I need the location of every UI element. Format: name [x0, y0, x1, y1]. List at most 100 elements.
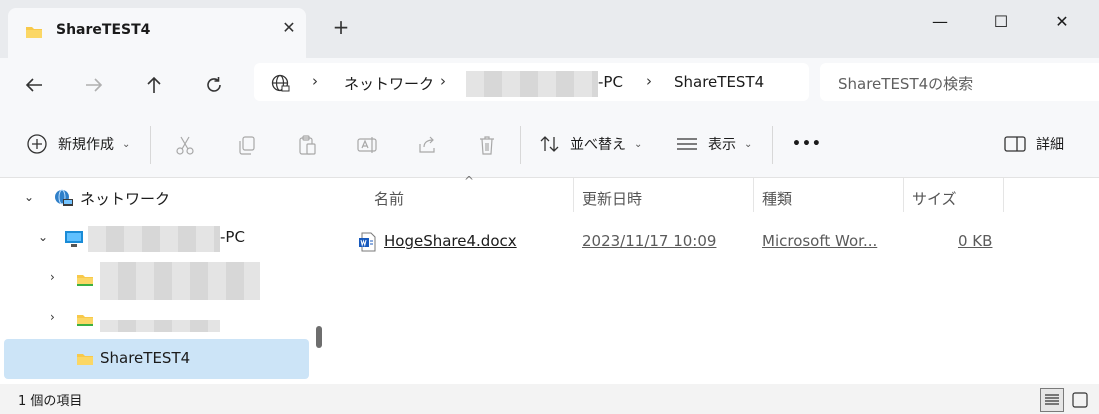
file-modified: 2023/11/17 10:09 — [582, 232, 717, 250]
minimize-icon: — — [932, 11, 948, 31]
column-header-type[interactable]: 種類 — [762, 188, 792, 209]
file-type: Microsoft Wor... — [762, 232, 878, 250]
more-options-button[interactable]: ••• — [792, 132, 822, 156]
tree-item-sharetest4[interactable]: ShareTEST4 — [4, 339, 309, 379]
redacted-share-name — [100, 262, 260, 300]
address-bar[interactable]: › ネットワーク › -PC › ShareTEST4 — [254, 63, 809, 101]
back-button[interactable] — [16, 68, 52, 102]
tiles-view-button[interactable] — [1068, 388, 1092, 412]
column-divider[interactable] — [903, 178, 904, 212]
delete-icon[interactable] — [476, 134, 498, 156]
folder-icon — [76, 351, 94, 371]
tree-label-pc: -PC — [220, 228, 245, 246]
paste-icon[interactable] — [296, 134, 318, 156]
folder-icon — [76, 312, 94, 332]
column-divider[interactable] — [753, 178, 754, 212]
refresh-icon — [207, 77, 221, 92]
breadcrumb-separator: › — [312, 72, 318, 90]
details-pane-button[interactable]: 詳細 — [1004, 132, 1064, 156]
column-header-modified[interactable]: 更新日時 — [582, 188, 642, 209]
title-bar: ShareTEST4 ✕ + — ☐ ✕ — [0, 0, 1099, 58]
search-placeholder: ShareTEST4の検索 — [838, 75, 974, 93]
redacted-pc-name — [88, 226, 220, 252]
sort-icon — [540, 136, 559, 152]
network-globe-icon — [270, 73, 290, 97]
folder-icon — [76, 272, 94, 292]
chevron-right-icon[interactable]: › — [50, 310, 55, 324]
tree-item-redacted-2[interactable]: › — [4, 300, 309, 340]
view-lines-icon — [677, 138, 697, 150]
file-name[interactable]: HogeShare4.docx — [384, 232, 517, 250]
details-label: 詳細 — [1036, 137, 1064, 153]
divider — [150, 126, 151, 164]
tab-title: ShareTEST4 — [56, 22, 151, 38]
more-icon: ••• — [792, 136, 822, 152]
chevron-down-icon: ⌄ — [744, 138, 753, 150]
forward-arrow-icon — [86, 78, 103, 92]
up-arrow-icon — [147, 76, 161, 93]
divider — [520, 126, 521, 164]
sort-button[interactable]: 並べ替え ⌄ — [540, 132, 642, 156]
close-button[interactable]: ✕ — [1039, 6, 1085, 36]
chevron-down-icon[interactable]: ⌄ — [38, 230, 48, 244]
tree-item-network[interactable]: ⌄ ネットワーク — [4, 178, 309, 218]
sort-ascending-icon: ^ — [464, 174, 475, 188]
up-button[interactable] — [136, 68, 172, 102]
chevron-down-icon[interactable]: ⌄ — [24, 190, 34, 204]
folder-icon — [25, 24, 43, 44]
maximize-icon: ☐ — [993, 11, 1009, 31]
address-row: › ネットワーク › -PC › ShareTEST4 ShareTEST4の検… — [0, 58, 1099, 110]
status-bar: 1 個の項目 — [0, 384, 1099, 414]
breadcrumb-separator: › — [440, 72, 446, 90]
chevron-down-icon: ⌄ — [122, 138, 131, 150]
tab-sharetest4[interactable]: ShareTEST4 ✕ — [8, 8, 306, 58]
network-icon — [52, 188, 74, 212]
forward-button[interactable] — [76, 68, 112, 102]
cut-icon[interactable] — [174, 134, 196, 156]
breadcrumb-pc[interactable]: -PC — [598, 73, 623, 91]
close-icon: ✕ — [1055, 11, 1069, 31]
pc-icon — [64, 230, 84, 252]
column-divider[interactable] — [573, 178, 574, 212]
chevron-right-icon[interactable]: › — [50, 270, 55, 284]
navigation-pane: ⌄ ネットワーク ⌄ -PC › › ShareTEST4 — [0, 178, 330, 384]
nav-scrollbar-thumb[interactable] — [316, 326, 322, 348]
column-divider[interactable] — [1003, 178, 1004, 212]
table-row[interactable]: HogeShare4.docx 2023/11/17 10:09 Microso… — [330, 226, 1099, 262]
back-arrow-icon — [25, 78, 42, 92]
column-header-name[interactable]: 名前 — [374, 188, 404, 209]
item-count: 1 個の項目 — [18, 394, 83, 409]
details-view-button[interactable] — [1040, 388, 1064, 412]
tab-close-button[interactable]: ✕ — [278, 18, 300, 37]
new-button[interactable]: 新規作成 ⌄ — [26, 132, 130, 156]
redacted-share-name — [100, 320, 220, 332]
copy-icon[interactable] — [236, 134, 258, 156]
divider — [772, 126, 773, 164]
breadcrumb-network[interactable]: ネットワーク — [344, 73, 434, 94]
file-list: ^ 名前 更新日時 種類 サイズ HogeShare4.docx 2023/11… — [330, 174, 1099, 384]
word-doc-icon — [358, 232, 376, 256]
details-view-icon — [1045, 394, 1059, 405]
rename-icon[interactable] — [356, 134, 378, 156]
breadcrumb-share[interactable]: ShareTEST4 — [674, 73, 764, 91]
view-button[interactable]: 表示 ⌄ — [676, 132, 752, 156]
minimize-button[interactable]: — — [917, 6, 963, 36]
tree-item-pc[interactable]: ⌄ -PC — [4, 218, 309, 258]
tiles-view-icon — [1072, 392, 1088, 408]
sort-label: 並べ替え — [570, 137, 626, 153]
chevron-down-icon: ⌄ — [634, 138, 643, 150]
file-size: 0 KB — [958, 232, 993, 250]
share-icon[interactable] — [416, 134, 438, 156]
refresh-button[interactable] — [196, 68, 232, 102]
column-header-size[interactable]: サイズ — [912, 188, 957, 209]
new-tab-button[interactable]: + — [330, 16, 352, 38]
command-bar: 新規作成 ⌄ 並べ替え ⌄ 表示 ⌄ ••• 詳細 — [0, 110, 1099, 178]
search-box[interactable]: ShareTEST4の検索 — [820, 63, 1099, 101]
breadcrumb-separator: › — [646, 72, 652, 90]
tree-item-redacted-1[interactable]: › — [4, 260, 309, 300]
add-circle-icon — [27, 134, 47, 154]
new-button-label: 新規作成 — [58, 137, 114, 153]
tree-label-network: ネットワーク — [80, 190, 171, 208]
maximize-button[interactable]: ☐ — [978, 6, 1024, 36]
redacted-pc-name — [466, 71, 598, 97]
